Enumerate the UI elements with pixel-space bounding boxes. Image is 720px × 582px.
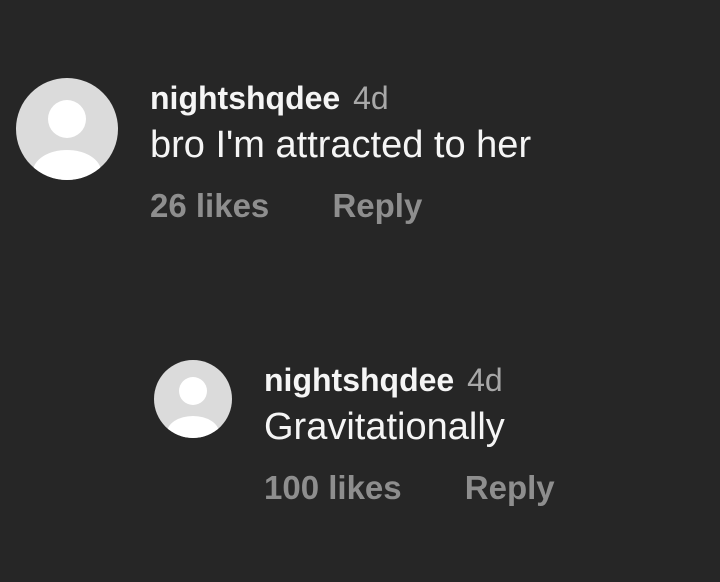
reply-meta: nightshqdee 4d [264, 360, 555, 400]
avatar-body-shape [167, 416, 219, 438]
reply-likes-count[interactable]: 100 likes [264, 468, 402, 508]
reply-text: Gravitationally [264, 406, 505, 448]
reply-button[interactable]: Reply [332, 186, 422, 226]
default-avatar-icon[interactable] [16, 78, 118, 180]
comment-actions: 26 likes Reply [150, 186, 531, 226]
comment-likes-count[interactable]: 26 likes [150, 186, 269, 226]
comment-meta: nightshqdee 4d [150, 78, 531, 118]
comment-username[interactable]: nightshqdee [150, 80, 340, 116]
reply-username[interactable]: nightshqdee [264, 362, 454, 398]
default-avatar-icon[interactable] [154, 360, 232, 438]
avatar-body-shape [33, 150, 101, 180]
comment-text: bro I'm attracted to her [150, 124, 532, 166]
reply-actions: 100 likes Reply [264, 468, 555, 508]
avatar-head-shape [179, 377, 207, 405]
reply-timestamp: 4d [467, 362, 503, 398]
comment-content: nightshqdee 4d bro I'm attracted to her … [150, 78, 531, 226]
avatar-head-shape [48, 100, 86, 138]
comment-timestamp: 4d [353, 80, 389, 116]
reply-content: nightshqdee 4d Gravitationally 100 likes… [264, 360, 555, 508]
reply-button[interactable]: Reply [465, 468, 555, 508]
